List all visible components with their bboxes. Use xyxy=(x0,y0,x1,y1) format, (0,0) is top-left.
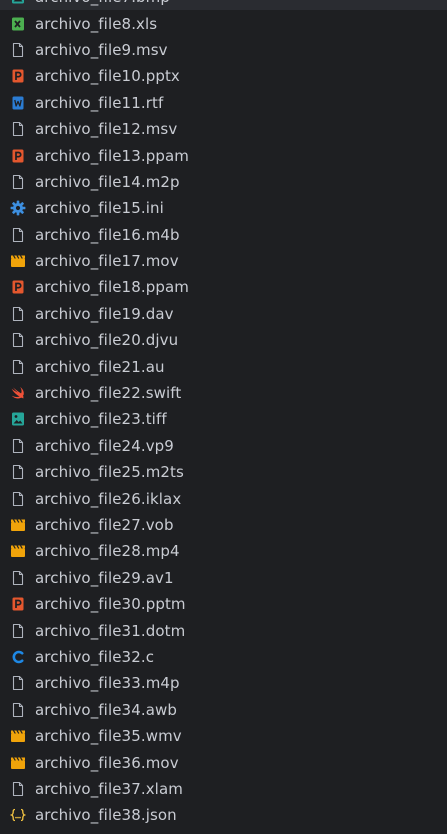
file-list-item[interactable]: archivo_file19.dav xyxy=(0,301,447,327)
file-list-item[interactable]: archivo_file32.c xyxy=(0,644,447,670)
video-icon xyxy=(10,517,26,533)
file-name-label: archivo_file27.vob xyxy=(35,516,174,534)
image-icon xyxy=(10,0,26,5)
file-list-item[interactable]: archivo_file23.tiff xyxy=(0,406,447,432)
file-list-item[interactable]: archivo_file21.au xyxy=(0,353,447,379)
file-list-item[interactable]: archivo_file27.vob xyxy=(0,512,447,538)
file-list-item[interactable]: archivo_file7.bmp xyxy=(0,0,447,11)
file-list-item[interactable]: archivo_file30.pptm xyxy=(0,591,447,617)
file-name-label: archivo_file21.au xyxy=(35,357,165,376)
powerpoint-icon xyxy=(10,596,26,612)
file-list-item[interactable]: archivo_file38.json xyxy=(0,802,447,828)
powerpoint-icon xyxy=(10,279,26,295)
file-icon xyxy=(10,42,26,58)
file-name-label: archivo_file36.mov xyxy=(35,753,179,772)
file-icon xyxy=(10,675,26,691)
file-name-label: archivo_file15.ini xyxy=(35,199,164,218)
file-list: archivo_file7.bmp archivo_file8.xlsarchiv… xyxy=(0,0,447,829)
file-list-item[interactable]: archivo_file20.djvu xyxy=(0,327,447,353)
file-icon xyxy=(10,570,26,586)
video-icon xyxy=(10,728,26,744)
video-icon xyxy=(10,755,26,771)
file-list-item[interactable]: archivo_file36.mov xyxy=(0,749,447,775)
gear-icon xyxy=(10,200,26,216)
file-icon xyxy=(10,702,26,718)
word-icon xyxy=(10,95,26,111)
file-name-label: archivo_file22.swift xyxy=(35,384,182,403)
file-icon xyxy=(10,174,26,190)
file-icon xyxy=(10,332,26,348)
file-list-item[interactable]: archivo_file29.av1 xyxy=(0,565,447,591)
file-icon xyxy=(10,464,26,480)
file-list-item[interactable]: archivo_file18.ppam xyxy=(0,274,447,300)
image-icon xyxy=(10,411,26,427)
file-list-item[interactable]: archivo_file16.m4b xyxy=(0,222,447,248)
file-name-label: archivo_file8.xls xyxy=(35,14,158,33)
file-name-label: archivo_file38.json xyxy=(35,806,177,825)
file-name-label: archivo_file24.vp9 xyxy=(35,436,174,455)
file-name-label: archivo_file7.bmp xyxy=(35,0,170,6)
file-name-label: archivo_file26.iklax xyxy=(35,489,182,508)
file-list-item[interactable]: archivo_file12.msv xyxy=(0,116,447,142)
file-name-label: archivo_file19.dav xyxy=(35,304,174,323)
file-name-label: archivo_file11.rtf xyxy=(35,93,164,112)
file-name-label: archivo_file33.m4p xyxy=(35,674,180,693)
file-name-label: archivo_file35.wmv xyxy=(35,727,182,746)
file-name-label: archivo_file37.xlam xyxy=(35,779,183,798)
excel-icon xyxy=(10,16,26,32)
file-name-label: archivo_file13.ppam xyxy=(35,146,189,165)
file-list-item[interactable]: archivo_file34.awb xyxy=(0,697,447,723)
file-list-item[interactable]: archivo_file26.iklax xyxy=(0,485,447,511)
file-list-item[interactable]: archivo_file31.dotm xyxy=(0,617,447,643)
file-name-label: archivo_file32.c xyxy=(35,647,155,666)
file-icon xyxy=(10,227,26,243)
video-icon xyxy=(10,543,26,559)
file-list-item[interactable]: archivo_file11.rtf xyxy=(0,90,447,116)
file-name-label: archivo_file28.mp4 xyxy=(35,542,180,561)
file-list-item[interactable]: archivo_file8.xls xyxy=(0,10,447,36)
file-list-item[interactable]: archivo_file17.mov xyxy=(0,248,447,274)
file-name-label: archivo_file31.dotm xyxy=(35,621,186,640)
file-name-label: archivo_file20.djvu xyxy=(35,331,179,350)
file-icon xyxy=(10,438,26,454)
file-name-label: archivo_file9.msv xyxy=(35,40,168,59)
file-name-label: archivo_file34.awb xyxy=(35,700,177,719)
file-name-label: archivo_file10.pptx xyxy=(35,67,180,86)
file-list-item[interactable]: archivo_file15.ini xyxy=(0,195,447,221)
swift-icon xyxy=(10,385,26,401)
file-name-label: archivo_file29.av1 xyxy=(35,568,174,587)
file-name-label: archivo_file18.ppam xyxy=(35,278,189,297)
powerpoint-icon xyxy=(10,148,26,164)
file-icon xyxy=(10,781,26,797)
file-list-item[interactable]: archivo_file9.msv xyxy=(0,37,447,63)
video-icon xyxy=(10,253,26,269)
powerpoint-icon xyxy=(10,68,26,84)
c-language-icon xyxy=(10,649,26,665)
json-icon xyxy=(10,807,26,823)
file-list-item[interactable]: archivo_file24.vp9 xyxy=(0,433,447,459)
file-list-item[interactable]: archivo_file35.wmv xyxy=(0,723,447,749)
file-name-label: archivo_file17.mov xyxy=(35,252,179,271)
file-name-label: archivo_file30.pptm xyxy=(35,595,186,614)
file-name-label: archivo_file14.m2p xyxy=(35,172,180,191)
file-list-item[interactable]: archivo_file33.m4p xyxy=(0,670,447,696)
file-list-item[interactable]: archivo_file25.m2ts xyxy=(0,459,447,485)
file-icon xyxy=(10,306,26,322)
file-icon xyxy=(10,491,26,507)
file-list-item[interactable]: archivo_file13.ppam xyxy=(0,142,447,168)
file-name-label: archivo_file12.msv xyxy=(35,120,178,139)
file-list-item[interactable]: archivo_file14.m2p xyxy=(0,169,447,195)
file-list-item[interactable]: archivo_file37.xlam xyxy=(0,776,447,802)
file-list-item[interactable]: archivo_file22.swift xyxy=(0,380,447,406)
file-list-item[interactable]: archivo_file10.pptx xyxy=(0,63,447,89)
file-name-label: archivo_file25.m2ts xyxy=(35,463,184,482)
file-icon xyxy=(10,359,26,375)
file-name-label: archivo_file23.tiff xyxy=(35,410,167,429)
file-list-item[interactable]: archivo_file28.mp4 xyxy=(0,538,447,564)
file-icon xyxy=(10,623,26,639)
file-icon xyxy=(10,121,26,137)
file-name-label: archivo_file16.m4b xyxy=(35,225,180,244)
